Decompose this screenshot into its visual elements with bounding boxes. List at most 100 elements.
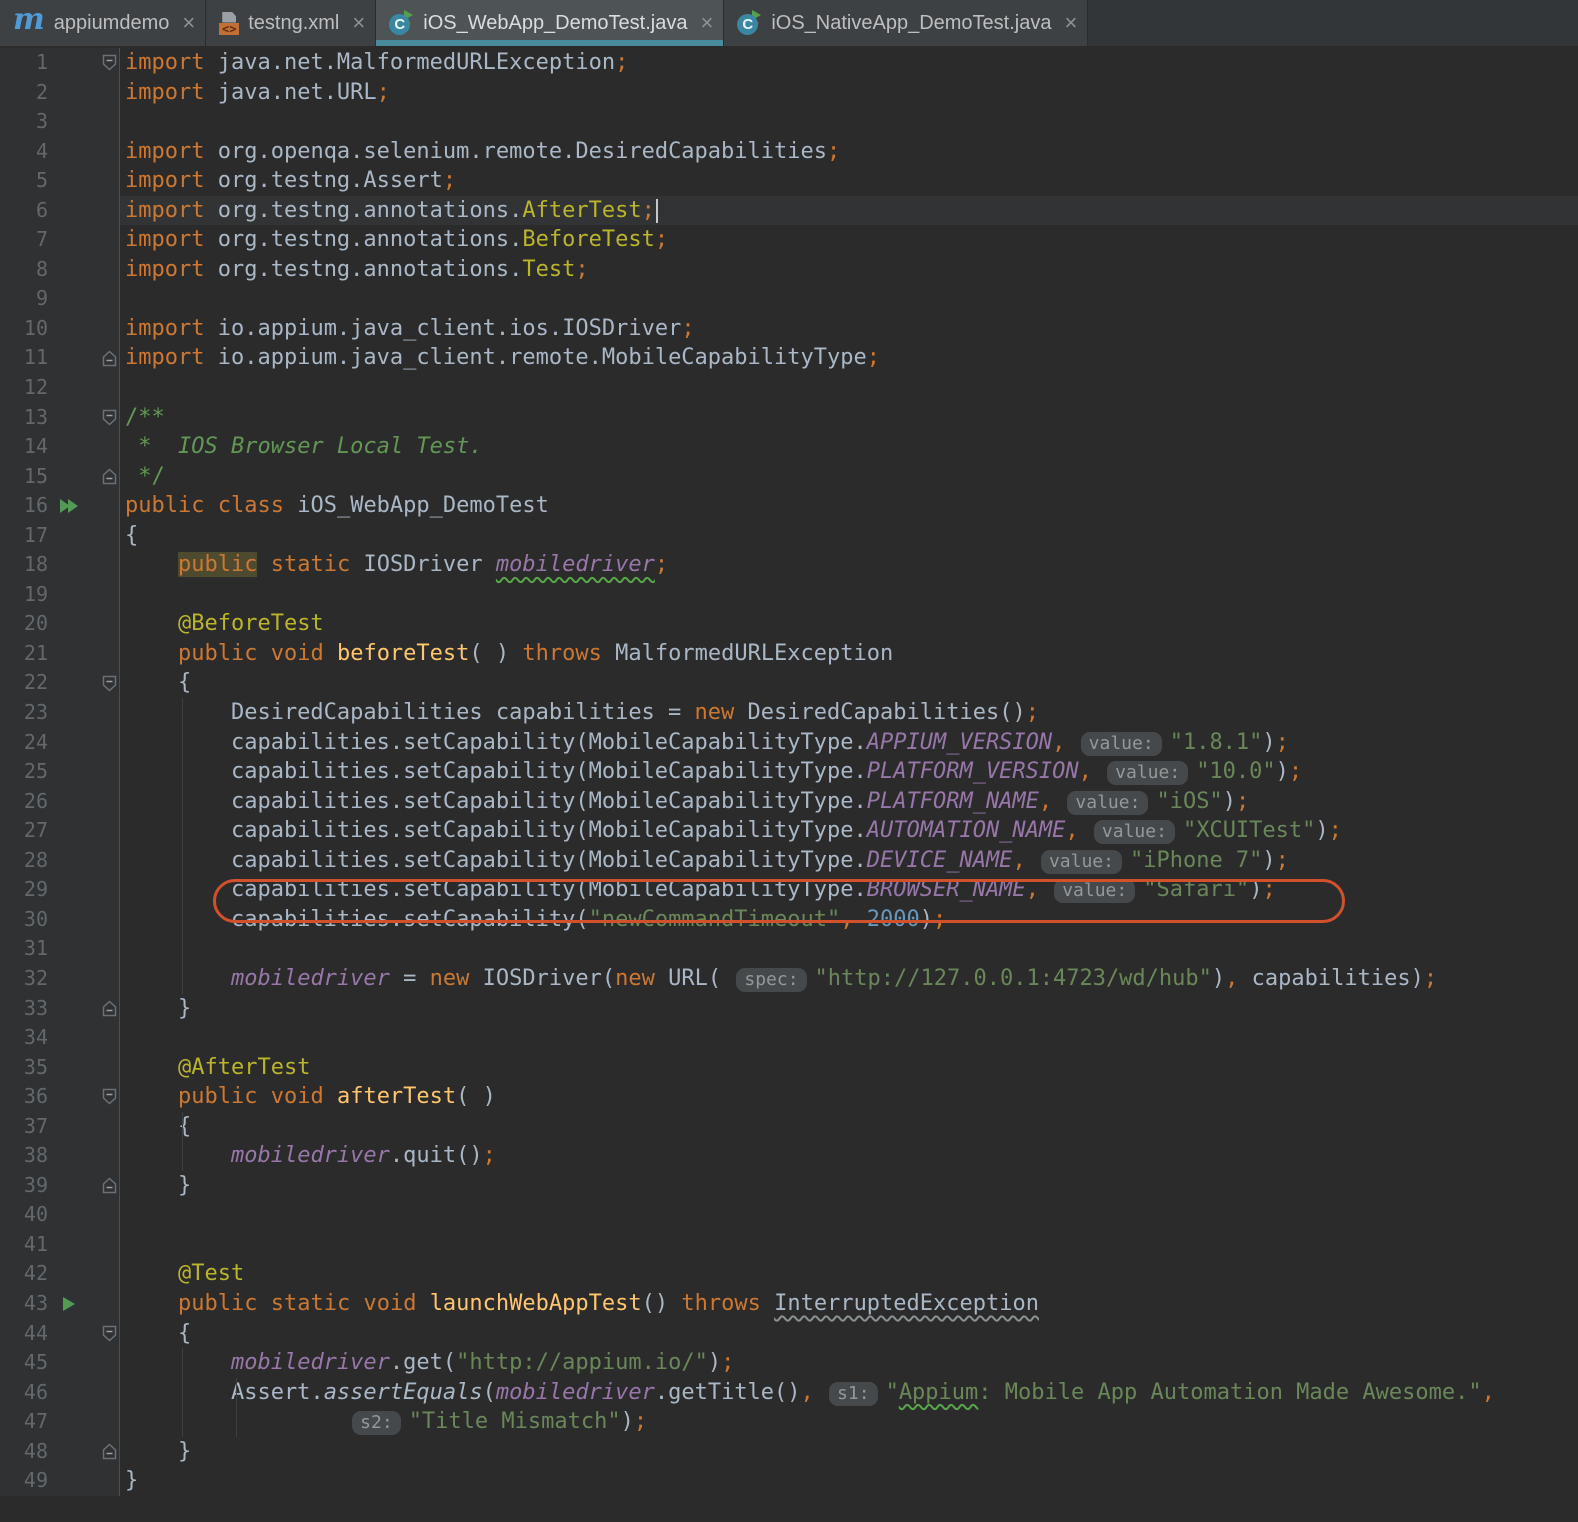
- tab-close-icon[interactable]: ×: [700, 12, 713, 34]
- token: ": [886, 1380, 899, 1405]
- gutter: 16: [0, 491, 120, 521]
- code-text[interactable]: capabilities.setCapability(MobileCapabil…: [120, 816, 1578, 846]
- tab-appiumdemo[interactable]: mappiumdemo×: [0, 0, 206, 46]
- code-text[interactable]: capabilities.setCapability(MobileCapabil…: [120, 728, 1578, 758]
- code-text[interactable]: public static IOSDriver mobiledriver;: [120, 550, 1578, 580]
- code-text[interactable]: import java.net.MalformedURLException;: [120, 48, 1578, 78]
- fold-marker[interactable]: [90, 1082, 118, 1112]
- fold-marker[interactable]: [90, 994, 118, 1024]
- code-text[interactable]: }: [120, 1437, 1578, 1467]
- token: org.testng.annotations.: [204, 257, 522, 282]
- gutter: 44: [0, 1319, 120, 1349]
- code-text[interactable]: capabilities.setCapability(MobileCapabil…: [120, 875, 1578, 905]
- code-text[interactable]: /**: [120, 403, 1578, 433]
- fold-marker[interactable]: [90, 1171, 118, 1201]
- fold-marker[interactable]: [90, 668, 118, 698]
- fold-marker[interactable]: [90, 1437, 118, 1467]
- code-line-5: 5import org.testng.Assert;: [0, 166, 1578, 196]
- fold-marker[interactable]: [90, 343, 118, 373]
- code-text[interactable]: }: [120, 1171, 1578, 1201]
- code-text[interactable]: import org.testng.annotations.AfterTest;: [120, 196, 1578, 226]
- code-text[interactable]: {: [120, 1112, 1578, 1142]
- tab-close-icon[interactable]: ×: [352, 12, 365, 34]
- code-text[interactable]: import io.appium.java_client.remote.Mobi…: [120, 343, 1578, 373]
- run-class-button[interactable]: [48, 491, 90, 521]
- line-number: 34: [0, 1023, 48, 1053]
- code-line-34: 34: [0, 1023, 1578, 1053]
- line-number: 1: [0, 48, 48, 78]
- code-text[interactable]: import org.openqa.selenium.remote.Desire…: [120, 137, 1578, 167]
- token: launchWebAppTest: [430, 1291, 642, 1316]
- code-text[interactable]: @AfterTest: [120, 1053, 1578, 1083]
- line-number: 19: [0, 580, 48, 610]
- code-text[interactable]: @BeforeTest: [120, 609, 1578, 639]
- code-text[interactable]: {: [120, 668, 1578, 698]
- run-test-button[interactable]: [48, 1289, 90, 1319]
- token: [1065, 730, 1078, 755]
- tab-ios-nativeapp-demotest-java[interactable]: CiOS_NativeApp_DemoTest.java×: [724, 0, 1088, 46]
- code-text[interactable]: [120, 934, 1578, 964]
- gutter: 33: [0, 994, 120, 1024]
- parameter-hint-chip: value:: [1081, 732, 1162, 756]
- code-text[interactable]: public static void launchWebAppTest() th…: [120, 1289, 1578, 1319]
- code-text[interactable]: import io.appium.java_client.ios.IOSDriv…: [120, 314, 1578, 344]
- indent-guide: [182, 1348, 183, 1437]
- code-text[interactable]: [120, 1200, 1578, 1230]
- code-text[interactable]: public class iOS_WebApp_DemoTest: [120, 491, 1578, 521]
- token: BeforeTest: [522, 227, 654, 252]
- token: import: [125, 227, 204, 252]
- code-text[interactable]: import org.testng.annotations.Test;: [120, 255, 1578, 285]
- code-text[interactable]: [120, 1023, 1578, 1053]
- code-text[interactable]: Assert.assertEquals(mobiledriver.getTitl…: [120, 1378, 1578, 1408]
- code-text[interactable]: public void beforeTest( ) throws Malform…: [120, 639, 1578, 669]
- code-text[interactable]: @Test: [120, 1259, 1578, 1289]
- code-text[interactable]: capabilities.setCapability(MobileCapabil…: [120, 787, 1578, 817]
- code-text[interactable]: s2:"Title Mismatch");: [120, 1407, 1578, 1437]
- line-number: 3: [0, 107, 48, 137]
- gutter: 25: [0, 757, 120, 787]
- code-text[interactable]: [120, 284, 1578, 314]
- code-text[interactable]: {: [120, 521, 1578, 551]
- code-text[interactable]: public void afterTest( ): [120, 1082, 1578, 1112]
- code-text[interactable]: import org.testng.Assert;: [120, 166, 1578, 196]
- code-text[interactable]: DesiredCapabilities capabilities = new D…: [120, 698, 1578, 728]
- code-text[interactable]: [120, 580, 1578, 610]
- fold-marker[interactable]: [90, 462, 118, 492]
- fold-gutter-cell: [90, 284, 118, 314]
- line-number: 16: [0, 491, 48, 521]
- code-text[interactable]: capabilities.setCapability("newCommandTi…: [120, 905, 1578, 935]
- fold-marker[interactable]: [90, 403, 118, 433]
- code-text[interactable]: import org.testng.annotations.BeforeTest…: [120, 225, 1578, 255]
- code-text[interactable]: [120, 1230, 1578, 1260]
- fold-gutter-cell: [90, 846, 118, 876]
- code-text[interactable]: }: [120, 1466, 1578, 1496]
- code-editor[interactable]: 1import java.net.MalformedURLException;2…: [0, 46, 1578, 1522]
- tab-close-icon[interactable]: ×: [182, 12, 195, 34]
- code-line-2: 2import java.net.URL;: [0, 78, 1578, 108]
- tab-ios-webapp-demotest-java[interactable]: CiOS_WebApp_DemoTest.java×: [376, 0, 724, 46]
- code-text[interactable]: * IOS Browser Local Test.: [120, 432, 1578, 462]
- fold-marker[interactable]: [90, 1319, 118, 1349]
- token: import: [125, 50, 204, 75]
- code-text[interactable]: capabilities.setCapability(MobileCapabil…: [120, 757, 1578, 787]
- token: {: [125, 523, 138, 548]
- code-text[interactable]: }: [120, 994, 1578, 1024]
- run-gutter-cell: [48, 196, 90, 226]
- code-text[interactable]: mobiledriver.quit();: [120, 1141, 1578, 1171]
- tab-testng-xml[interactable]: <>testng.xml×: [206, 0, 376, 46]
- code-text[interactable]: */: [120, 462, 1578, 492]
- token: ,: [801, 1380, 814, 1405]
- fold-gutter-cell: [90, 905, 118, 935]
- fold-gutter-cell: [90, 639, 118, 669]
- fold-marker[interactable]: [90, 48, 118, 78]
- code-text[interactable]: import java.net.URL;: [120, 78, 1578, 108]
- code-text[interactable]: {: [120, 1319, 1578, 1349]
- code-line-39: 39 }: [0, 1171, 1578, 1201]
- code-text[interactable]: mobiledriver.get("http://appium.io/");: [120, 1348, 1578, 1378]
- tab-close-icon[interactable]: ×: [1064, 12, 1077, 34]
- code-text[interactable]: mobiledriver = new IOSDriver(new URL( sp…: [120, 964, 1578, 994]
- code-text[interactable]: [120, 107, 1578, 137]
- code-text[interactable]: [120, 373, 1578, 403]
- code-text[interactable]: capabilities.setCapability(MobileCapabil…: [120, 846, 1578, 876]
- token: static: [271, 552, 350, 577]
